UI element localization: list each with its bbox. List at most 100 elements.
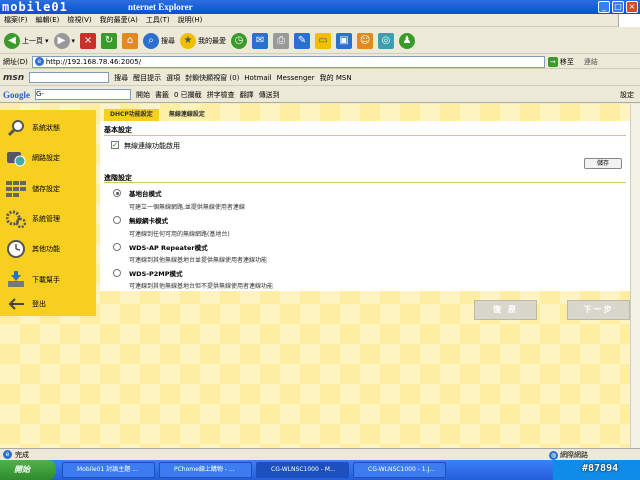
next-button[interactable]: 下一步 — [567, 300, 630, 320]
go-arrow-icon: → — [547, 56, 558, 67]
reset-button[interactable]: 復 原 — [474, 300, 537, 320]
refresh-icon[interactable]: ↻ — [101, 32, 118, 49]
menu-view[interactable]: 檢視(V) — [67, 15, 91, 25]
radio-wds-p2mp-mode[interactable] — [113, 269, 121, 277]
msn-options-button[interactable]: 選項 — [166, 73, 180, 83]
page-icon: e — [34, 57, 44, 66]
tab-dhcp[interactable]: DHCP功能設定 — [104, 109, 159, 121]
msn-toolbar: msn 搜尋 醒目提示 選項 封鎖快顯視窗 (0) Hotmail Messen… — [0, 70, 640, 86]
save-button[interactable]: 儲存 — [584, 158, 622, 169]
taskbar-item[interactable]: Mobile01 討論主題 ... — [62, 462, 155, 478]
vertical-scrollbar[interactable] — [630, 104, 640, 448]
taskbar-item[interactable]: PChome線上購物 - ... — [159, 462, 252, 478]
home-icon[interactable]: ⌂ — [122, 32, 139, 49]
nav-label-status: 系統狀態 — [32, 124, 60, 132]
star-icon: ★ — [180, 32, 197, 49]
windows-taskbar: 開始 Mobile01 討論主題 ... PChome線上購物 - ... CG… — [0, 460, 640, 480]
google-bookmarks-button[interactable]: 書籤 — [155, 90, 169, 100]
users-icon[interactable]: ♟ — [399, 32, 416, 49]
wireless-settings-panel: 基本設定 ✓ 無線連線功能啟用 儲存 進階設定 基地台模式 可建立一個無線網路,… — [100, 121, 630, 291]
google-send-button[interactable]: 傳送到 — [259, 90, 280, 100]
print-icon[interactable]: ⎙ — [273, 32, 290, 49]
back-button[interactable]: ◀ 上一頁 ▾ — [4, 32, 49, 49]
nav-item-admin[interactable]: 系統管理 — [0, 205, 96, 233]
option-title: 基地台模式 — [129, 190, 162, 198]
nav-label-network: 網路設定 — [32, 154, 60, 162]
taskbar-item[interactable]: CG-WLNSC1000 - M... — [256, 462, 349, 478]
address-url[interactable]: http://192.168.78.46:2005/ — [46, 58, 141, 66]
forward-arrow-icon: ▶ — [53, 32, 70, 49]
folder-icon[interactable]: ▭ — [315, 32, 332, 49]
page-done-icon: e — [3, 450, 12, 459]
status-bar: e 完成 ◍ 網際網路 — [0, 448, 640, 460]
go-label: 移至 — [559, 57, 574, 66]
google-popup-blocked[interactable]: 0 已攔截 — [174, 90, 202, 100]
radio-ap-mode[interactable] — [113, 189, 121, 197]
grid-blocks-icon — [6, 179, 26, 199]
wireless-enable-checkbox[interactable]: ✓ — [111, 141, 119, 149]
radio-client-mode[interactable] — [113, 216, 121, 224]
title-bar: mobile01 nternet Explorer _ □ × — [0, 0, 640, 14]
search-label: 搜尋 — [161, 36, 176, 45]
search-icon: ⌕ — [143, 32, 160, 49]
nav-label-other: 其他功能 — [32, 245, 60, 253]
nav-item-other[interactable]: 其他功能 — [0, 235, 96, 263]
nav-item-status[interactable]: 系統狀態 — [0, 114, 96, 142]
menu-favorites[interactable]: 我的最愛(A) — [100, 15, 138, 25]
address-input[interactable]: e http://192.168.78.46:2005/ — [31, 55, 545, 68]
taskbar-item[interactable]: CG-WLNSC1000 - 1.J... — [353, 462, 446, 478]
stop-icon[interactable]: × — [80, 32, 97, 49]
nav-item-logout[interactable]: 登出 — [0, 290, 96, 318]
nav-item-network[interactable]: 網路設定 — [0, 144, 96, 172]
option-desc: 可建立一個無線網路,並提供無線使用者連線 — [129, 204, 245, 211]
messenger-icon[interactable]: ☺ — [357, 32, 374, 49]
go-button[interactable]: → 移至 — [547, 56, 574, 67]
history-icon[interactable]: ◷ — [231, 32, 248, 49]
close-icon[interactable]: × — [626, 1, 638, 13]
address-label: 網址(D) — [3, 57, 28, 66]
msn-search-input[interactable] — [29, 72, 110, 83]
nav-label-admin: 系統管理 — [32, 215, 60, 223]
msn-highlight-button[interactable]: 醒目提示 — [133, 73, 161, 83]
nav-item-storage[interactable]: 儲存設定 — [0, 175, 96, 203]
google-start-button[interactable]: 開始 — [136, 90, 150, 100]
google-search-input[interactable]: G- — [35, 89, 131, 100]
standard-toolbar: ◀ 上一頁 ▾ ▶ ▾ × ↻ ⌂ ⌕ 搜尋 ★ 我的最愛 ◷ ✉ ⎙ ✎ ▭ … — [0, 28, 640, 54]
msn-popup-blocker[interactable]: 封鎖快顯視窗 (0) — [185, 73, 239, 83]
radio-wds-repeater-mode[interactable] — [113, 243, 121, 251]
mail-icon[interactable]: ✉ — [252, 32, 269, 49]
forward-button[interactable]: ▶ ▾ — [53, 32, 75, 49]
windows-flag-icon — [618, 14, 640, 27]
menu-tools[interactable]: 工具(T) — [146, 15, 170, 25]
back-label: 上一頁 — [22, 36, 43, 45]
msn-mymsn-button[interactable]: 我的 MSN — [320, 73, 352, 83]
zone-label: 網際網路 — [560, 451, 588, 459]
option-desc: 可連線到任何可用的無線網路(基地台) — [129, 231, 230, 238]
links-button[interactable]: 連結 — [584, 57, 598, 67]
start-button[interactable]: 開始 — [0, 460, 56, 480]
window-icon[interactable]: ▣ — [336, 32, 353, 49]
favorites-button[interactable]: ★ 我的最愛 — [180, 32, 226, 49]
option-title: WDS-P2MP模式 — [129, 270, 183, 278]
research-icon[interactable]: ◎ — [378, 32, 395, 49]
menu-help[interactable]: 說明(H) — [178, 15, 203, 25]
google-field-prefix: G- — [36, 90, 44, 98]
edit-icon[interactable]: ✎ — [294, 32, 311, 49]
address-bar: 網址(D) e http://192.168.78.46:2005/ → 移至 … — [0, 55, 640, 69]
tab-wireless[interactable]: 無線連線設定 — [162, 109, 211, 121]
msn-search-button[interactable]: 搜尋 — [114, 73, 128, 83]
google-logo: Google — [3, 89, 30, 100]
maximize-icon[interactable]: □ — [612, 1, 624, 13]
menu-edit[interactable]: 編輯(E) — [36, 15, 60, 25]
msn-hotmail-button[interactable]: Hotmail — [244, 74, 271, 82]
msn-messenger-button[interactable]: Messenger — [277, 74, 315, 82]
google-translate-button[interactable]: 翻譯 — [240, 90, 254, 100]
menu-file[interactable]: 檔案(F) — [4, 15, 28, 25]
search-button[interactable]: ⌕ 搜尋 — [143, 32, 176, 49]
minimize-icon[interactable]: _ — [598, 1, 610, 13]
google-spellcheck-button[interactable]: 拼字檢查 — [207, 90, 235, 100]
google-settings-button[interactable]: 設定 — [620, 90, 634, 100]
download-icon — [6, 270, 26, 290]
wireless-enable-label: 無線連線功能啟用 — [124, 142, 180, 150]
msn-logo: msn — [3, 72, 25, 83]
